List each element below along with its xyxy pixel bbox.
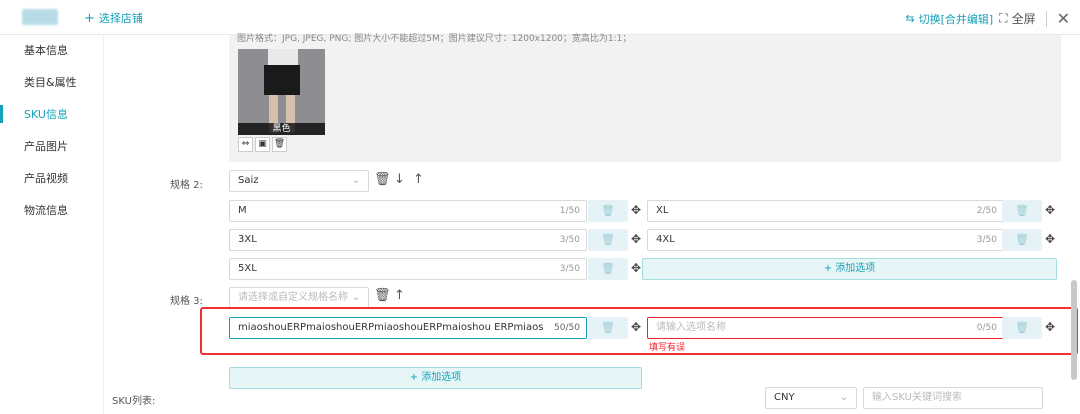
plus-icon: +	[84, 11, 95, 26]
spec2-option-input[interactable]: XL 2/50	[647, 200, 1004, 222]
drag-handle-icon[interactable]: ✥	[1045, 203, 1055, 217]
spec2-option-input[interactable]: 5XL 3/50	[229, 258, 587, 280]
top-right-actions: ⇆ 切换[合并编辑] ⛶ 全屏 ✕	[905, 9, 1070, 28]
spec2-add-option-button[interactable]: + 添加选项	[642, 258, 1057, 280]
option-value: miaoshouERPmaioshouERPmiaoshouERPmaiosho…	[238, 322, 544, 333]
chevron-down-icon: ⌄	[351, 175, 360, 186]
image-icon[interactable]: ▣	[255, 137, 270, 152]
spec3-select-placeholder: 请选择或自定义规格名称	[238, 292, 348, 303]
image-format-hint: 图片格式：JPG, JPEG, PNG; 图片大小不能超过5M；图片建议尺寸：1…	[237, 34, 632, 44]
fullscreen-label: 全屏	[1011, 12, 1036, 26]
delete-option-button[interactable]: 🗑	[1002, 317, 1042, 339]
switch-edit-button[interactable]: ⇆ 切换[合并编辑]	[905, 11, 993, 27]
option-value: 5XL	[238, 263, 257, 274]
sidebar-item-logistics[interactable]: 物流信息	[24, 202, 68, 218]
delete-option-button[interactable]: 🗑	[588, 200, 628, 222]
sidebar-item-images[interactable]: 产品图片	[24, 138, 68, 154]
scrollbar[interactable]	[1071, 280, 1077, 380]
select-store-label: 选择店铺	[98, 12, 143, 25]
option-value: 3XL	[238, 234, 257, 245]
store-logo	[22, 9, 58, 25]
drag-handle-icon[interactable]: ✥	[631, 232, 641, 246]
drag-handle-icon[interactable]: ✥	[631, 261, 641, 275]
sku-search-input[interactable]: 输入SKU关键词搜索	[863, 387, 1043, 409]
sku-search-placeholder: 输入SKU关键词搜索	[872, 392, 962, 403]
delete-option-button[interactable]: 🗑	[1002, 229, 1042, 251]
option-placeholder: 请输入选项名称	[656, 322, 726, 333]
drag-handle-icon[interactable]: ✥	[1045, 232, 1055, 246]
trash-icon[interactable]: 🗑	[374, 172, 391, 187]
sidebar-item-category[interactable]: 类目&属性	[24, 74, 77, 90]
currency-value: CNY	[774, 392, 795, 403]
chevron-down-icon: ⌄	[839, 392, 848, 403]
drag-handle-icon[interactable]: ✥	[1045, 320, 1055, 334]
spec3-select[interactable]: 请选择或自定义规格名称 ⌄	[229, 287, 369, 309]
spec3-option-input[interactable]: miaoshouERPmaioshouERPmiaoshouERPmaiosho…	[229, 317, 587, 339]
switch-edit-label: 切换[合并编辑]	[918, 12, 994, 26]
char-count: 1/50	[559, 206, 580, 216]
main-content: 图片格式：JPG, JPEG, PNG; 图片大小不能超过5M；图片建议尺寸：1…	[104, 34, 1080, 414]
chevron-down-icon: ⌄	[351, 292, 360, 303]
delete-option-button[interactable]: 🗑	[1002, 200, 1042, 222]
char-count: 50/50	[554, 323, 580, 333]
spec3-option-input-error[interactable]: 请输入选项名称 0/50	[647, 317, 1004, 339]
sidebar-item-video[interactable]: 产品视频	[24, 170, 68, 186]
spec3-label: 规格 3:	[170, 296, 203, 307]
arrow-up-icon[interactable]: ↑	[394, 288, 405, 303]
char-count: 0/50	[976, 323, 997, 333]
delete-option-button[interactable]: 🗑	[588, 258, 628, 280]
delete-option-button[interactable]: 🗑	[588, 317, 628, 339]
spec3-add-option-button[interactable]: + 添加选项	[229, 367, 642, 389]
sidebar: 基本信息 类目&属性 SKU信息 产品图片 产品视频 物流信息	[0, 35, 104, 414]
thumbnail-label: 黑色	[238, 123, 325, 135]
sidebar-item-sku[interactable]: SKU信息	[24, 106, 68, 122]
drag-handle-icon[interactable]: ✥	[631, 320, 641, 334]
spec2-select-value: Saiz	[238, 175, 259, 186]
delete-option-button[interactable]: 🗑	[588, 229, 628, 251]
fullscreen-button[interactable]: ⛶ 全屏	[999, 10, 1035, 27]
sidebar-active-indicator	[0, 105, 3, 123]
trash-icon[interactable]: 🗑	[272, 137, 287, 152]
link-icon[interactable]: ⇔	[238, 137, 253, 152]
trash-icon[interactable]: 🗑	[374, 288, 391, 303]
select-store-button[interactable]: + 选择店铺	[84, 10, 143, 26]
expand-icon: ⛶	[999, 11, 1008, 25]
spec2-option-input[interactable]: 4XL 3/50	[647, 229, 1004, 251]
top-bar: + 选择店铺 ⇆ 切换[合并编辑] ⛶ 全屏 ✕	[0, 0, 1080, 35]
sidebar-item-basic-info[interactable]: 基本信息	[24, 42, 68, 58]
spec2-option-input[interactable]: 3XL 3/50	[229, 229, 587, 251]
image-panel: 图片格式：JPG, JPEG, PNG; 图片大小不能超过5M；图片建议尺寸：1…	[229, 34, 1061, 162]
error-message: 填写有误	[649, 343, 686, 353]
sku-list-label: SKU列表:	[112, 396, 156, 407]
char-count: 3/50	[559, 264, 580, 274]
option-value: 4XL	[656, 234, 675, 245]
currency-select[interactable]: CNY ⌄	[765, 387, 857, 409]
arrow-down-icon[interactable]: ↓	[394, 172, 405, 187]
char-count: 2/50	[976, 206, 997, 216]
spec2-select[interactable]: Saiz ⌄	[229, 170, 369, 192]
arrow-up-icon[interactable]: ↑	[413, 172, 424, 187]
close-icon[interactable]: ✕	[1057, 9, 1070, 28]
drag-handle-icon[interactable]: ✥	[631, 203, 641, 217]
swap-icon: ⇆	[905, 12, 915, 25]
char-count: 3/50	[976, 235, 997, 245]
thumbnail-tools: ⇔ ▣ 🗑	[238, 137, 287, 152]
divider	[1045, 10, 1047, 27]
char-count: 3/50	[559, 235, 580, 245]
option-value: M	[238, 205, 247, 216]
option-value: XL	[656, 205, 669, 216]
spec2-option-input[interactable]: M 1/50	[229, 200, 587, 222]
spec2-label: 规格 2:	[170, 180, 203, 191]
